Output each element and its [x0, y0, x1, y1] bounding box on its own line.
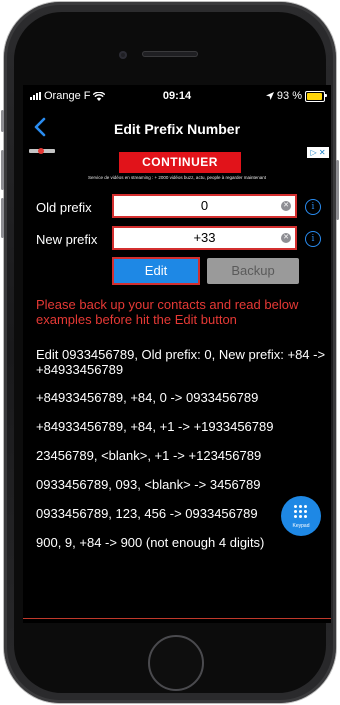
old-prefix-field[interactable]: 0 ✕: [112, 194, 297, 218]
info-icon[interactable]: i: [305, 231, 321, 247]
home-button[interactable]: [148, 635, 204, 691]
example-line: +84933456789, +84, 0 -> 0933456789: [36, 390, 259, 405]
battery-icon: [305, 90, 327, 102]
volume-up-button: [1, 150, 4, 190]
new-prefix-value: +33: [193, 230, 216, 245]
clear-icon[interactable]: ✕: [281, 233, 291, 243]
example-line: 23456789, <blank>, +1 -> +123456789: [36, 448, 262, 463]
status-right: 93 %: [265, 90, 327, 102]
clear-icon[interactable]: ✕: [281, 201, 291, 211]
nav-bar: Edit Prefix Number: [23, 112, 331, 146]
status-bar: Orange F 09:14 93 %: [23, 85, 331, 107]
example-line: +84933456789, +84, +1 -> +1933456789: [36, 419, 274, 434]
example-line: Edit 0933456789, Old prefix: 0, New pref…: [36, 347, 326, 377]
location-arrow-icon: [265, 92, 274, 100]
info-icon[interactable]: i: [305, 199, 321, 215]
battery-fill: [307, 92, 322, 100]
earpiece-speaker: [142, 51, 198, 57]
bottom-divider: [23, 618, 331, 619]
new-prefix-field[interactable]: +33 ✕: [112, 226, 297, 250]
page-title: Edit Prefix Number: [113, 121, 241, 137]
old-prefix-label: Old prefix: [36, 200, 92, 215]
keypad-label: Keypad: [292, 523, 310, 529]
keypad-icon: [294, 505, 308, 519]
warning-text: Please back up your contacts and read be…: [36, 297, 299, 327]
mute-switch: [1, 110, 4, 132]
example-line: 0933456789, 093, <blank> -> 3456789: [36, 477, 261, 492]
ad-tagline: Service de vidéos en streaming : + 2000 …: [88, 175, 266, 180]
ad-continue-button[interactable]: CONTINUER: [119, 152, 241, 173]
ad-banner[interactable]: CONTINUER Service de vidéos en streaming…: [25, 144, 329, 186]
battery-percent: 93 %: [276, 90, 302, 102]
new-prefix-label: New prefix: [36, 232, 98, 247]
ad-choices-icon[interactable]: ▷ ✕: [307, 147, 329, 158]
front-camera: [119, 51, 127, 59]
edit-button[interactable]: Edit: [112, 257, 200, 285]
power-button: [336, 160, 339, 220]
old-prefix-value: 0: [200, 198, 209, 213]
example-line: 900, 9, +84 -> 900 (not enough 4 digits): [36, 535, 265, 550]
ad-logo: [29, 148, 55, 154]
backup-button[interactable]: Backup: [207, 258, 299, 284]
volume-down-button: [1, 198, 4, 238]
app-screen: Orange F 09:14 93 % Edit Prefix Number C…: [23, 85, 331, 623]
keypad-button[interactable]: Keypad: [281, 496, 321, 536]
